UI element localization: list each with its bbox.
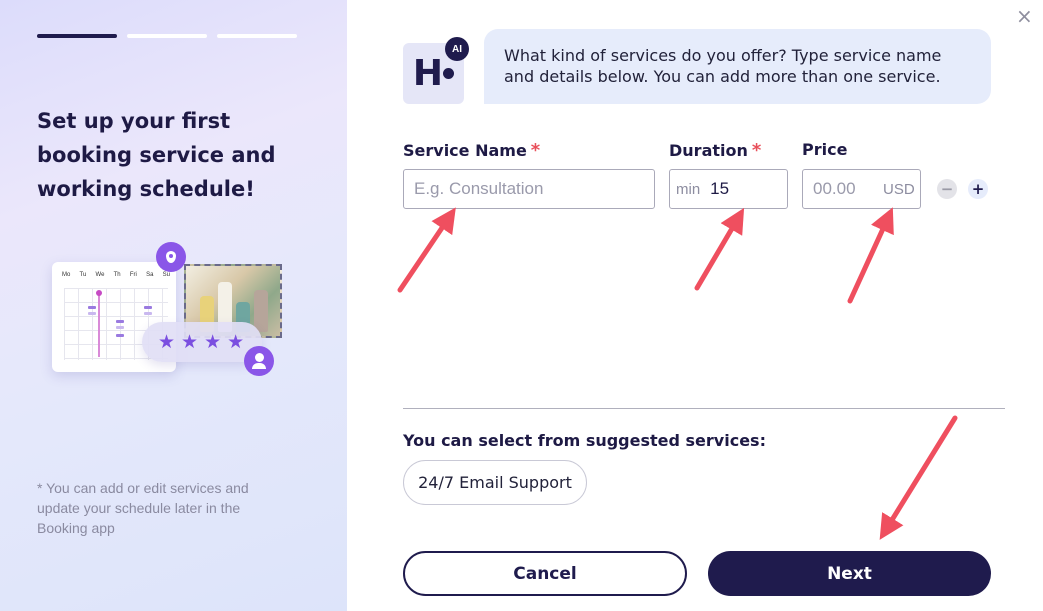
- service-name-label-text: Service Name: [403, 141, 527, 160]
- duration-label: Duration *: [669, 140, 761, 161]
- bottle-shape: [254, 290, 268, 332]
- annotation-arrow: [879, 415, 958, 540]
- star-icon: ★: [204, 330, 222, 353]
- close-icon[interactable]: ×: [1016, 6, 1033, 26]
- plus-icon[interactable]: +: [968, 179, 988, 199]
- progress-steps: [37, 34, 297, 38]
- annotation-arrow: [847, 207, 894, 304]
- price-input[interactable]: [813, 179, 877, 199]
- footnote: * You can add or edit services and updat…: [37, 480, 249, 536]
- minus-icon[interactable]: −: [937, 179, 957, 199]
- star-icon: ★: [158, 330, 176, 353]
- service-name-field-box: [403, 169, 655, 209]
- duration-label-text: Duration: [669, 141, 748, 160]
- required-marker: *: [751, 140, 762, 161]
- price-label: Price: [802, 140, 847, 159]
- logo-letter: H: [412, 53, 443, 94]
- page-title: Set up your first booking service and wo…: [37, 109, 276, 201]
- calendar-event: [144, 312, 152, 315]
- annotation-arrow: [397, 207, 456, 293]
- duration-field-box: min: [669, 169, 788, 209]
- calendar-day-label: Fri: [129, 272, 137, 278]
- calendar-event: [116, 334, 124, 337]
- calendar-day-label: Mo: [62, 272, 71, 278]
- suggestions-title: You can select from suggested services:: [403, 431, 766, 450]
- calendar-event: [88, 306, 96, 309]
- annotation-arrow: [694, 207, 745, 291]
- duration-input[interactable]: [710, 179, 781, 199]
- ai-badge: AI: [445, 37, 469, 61]
- calendar-event: [116, 326, 124, 329]
- price-label-text: Price: [802, 140, 848, 159]
- calendar-day-label: Tu: [79, 272, 87, 278]
- star-icon: ★: [181, 330, 199, 353]
- currency-label: USD: [883, 180, 915, 198]
- calendar-day-label: Th: [113, 272, 121, 278]
- progress-step-3: [217, 34, 297, 38]
- calendar-day-labels: Mo Tu We Th Fri Sa Su: [62, 272, 170, 278]
- calendar-event: [116, 320, 124, 323]
- calendar-event: [144, 306, 152, 309]
- service-name-label: Service Name *: [403, 140, 540, 161]
- progress-step-1: [37, 34, 117, 38]
- assistant-message: What kind of services do you offer? Type…: [484, 29, 991, 104]
- user-icon: [244, 346, 274, 376]
- calendar-day-label: Su: [162, 272, 170, 278]
- divider: [403, 408, 1005, 409]
- left-panel: Set up your first booking service and wo…: [0, 0, 347, 611]
- service-name-input[interactable]: [414, 179, 644, 199]
- calendar-time-dot: [96, 290, 102, 296]
- booking-illustration: Mo Tu We Th Fri Sa Su ★ ★ ★ ★: [50, 240, 290, 380]
- suggested-service-chip[interactable]: 24/7 Email Support: [403, 460, 587, 505]
- next-button[interactable]: Next: [708, 551, 991, 596]
- calendar-event: [88, 312, 96, 315]
- logo-dot: [443, 68, 455, 79]
- calendar-day-label: We: [95, 272, 105, 278]
- calendar-day-label: Sa: [146, 272, 154, 278]
- location-pin-icon: [156, 242, 186, 272]
- required-marker: *: [530, 140, 541, 161]
- star-icon: ★: [227, 330, 245, 353]
- cancel-button[interactable]: Cancel: [403, 551, 687, 596]
- progress-step-2: [127, 34, 207, 38]
- price-field-box: USD: [802, 169, 921, 209]
- duration-unit: min: [676, 180, 701, 198]
- calendar-time-line: [98, 292, 100, 357]
